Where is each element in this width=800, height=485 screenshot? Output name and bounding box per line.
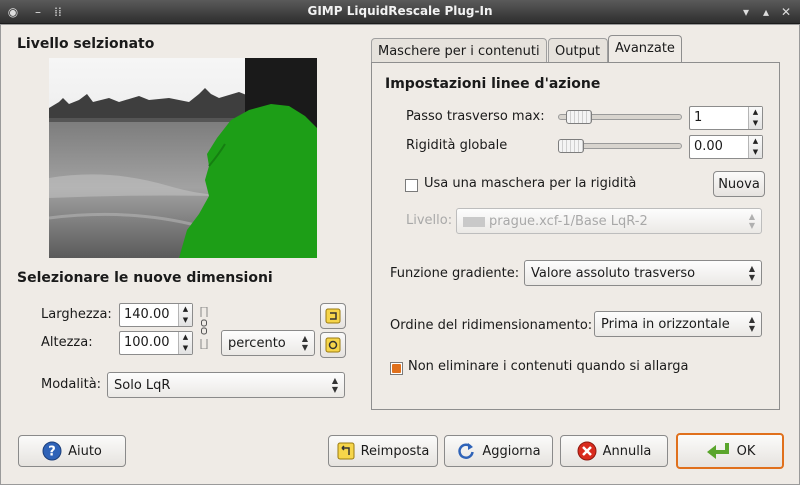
rigidity-label: Rigidità globale [406, 138, 508, 153]
rigidity-value: 0.00 [694, 139, 723, 154]
layer-preview-image [49, 58, 317, 258]
map-size-button[interactable] [320, 332, 346, 358]
width-label: Larghezza: [41, 307, 112, 322]
unit-combo[interactable]: percento ▲ ▼ [221, 330, 315, 356]
unit-value: percento [228, 336, 286, 351]
window-title: GIMP LiquidRescale Plug-In [307, 4, 493, 18]
gradient-value: Valore assoluto trasverso [531, 266, 696, 281]
rigidity-mask-label: Usa una maschera per la rigidità [424, 176, 637, 191]
shade-icon[interactable]: ▾ [738, 4, 754, 20]
help-label: Aiuto [68, 443, 102, 459]
ok-enter-icon [706, 443, 729, 459]
gradient-label: Funzione gradiente: [390, 266, 520, 281]
chain-link-icon[interactable] [198, 307, 210, 349]
combo-arrows-icon: ▲ ▼ [331, 376, 338, 394]
reset-label: Reimposta [360, 443, 430, 459]
height-value: 100.00 [124, 335, 170, 350]
order-label: Ordine del ridimensionamento: [390, 318, 593, 333]
rigidity-spinbox[interactable]: 0.00 ▲ ▼ [689, 135, 763, 159]
reset-icon [337, 442, 355, 460]
layer-thumb-icon [463, 217, 485, 227]
cancel-button[interactable]: Annulla [560, 435, 668, 467]
max-step-spin-arrows[interactable]: ▲ ▼ [748, 107, 762, 129]
ok-button[interactable]: OK [676, 433, 784, 469]
combo-arrows-icon: ▲ ▼ [748, 264, 755, 282]
max-step-label: Passo trasverso max: [406, 109, 545, 124]
cancel-label: Annulla [602, 443, 652, 459]
height-label: Altezza: [41, 335, 93, 350]
set-original-size-button[interactable] [320, 303, 346, 329]
width-spin-arrows[interactable]: ▲ ▼ [178, 304, 192, 326]
help-button[interactable]: ? Aiuto [18, 435, 126, 467]
refresh-button[interactable]: Aggiorna [444, 435, 553, 467]
width-value: 140.00 [124, 307, 170, 322]
reset-button[interactable]: Reimposta [328, 435, 438, 467]
advanced-panel: Impostazioni linee d'azione Passo trasve… [371, 62, 780, 410]
max-step-value: 1 [694, 110, 703, 125]
mode-value: Solo LqR [114, 378, 171, 393]
gradient-combo[interactable]: Valore assoluto trasverso ▲ ▼ [524, 260, 762, 286]
tab-content-masks[interactable]: Maschere per i contenuti [371, 38, 547, 64]
close-icon[interactable]: ✕ [778, 4, 794, 20]
svg-text:?: ? [48, 445, 56, 460]
tab-output[interactable]: Output [548, 38, 608, 64]
tab-advanced[interactable]: Avanzate [608, 35, 682, 64]
dialog-window: Livello selzionato Selezionare le nuove … [0, 24, 800, 485]
rigidity-mask-checkbox[interactable] [405, 179, 418, 192]
mode-label: Modalità: [41, 377, 102, 392]
selected-layer-title: Livello selzionato [17, 36, 155, 52]
reset-size-icon [325, 308, 341, 324]
seams-settings-title: Impostazioni linee d'azione [385, 76, 601, 92]
help-icon: ? [42, 441, 62, 461]
layer-combo[interactable]: prague.xcf-1/Base LqR-2 ▲ ▼ [456, 208, 762, 234]
order-value: Prima in orizzontale [601, 317, 730, 332]
refresh-icon [458, 443, 475, 459]
refresh-label: Aggiorna [482, 443, 541, 459]
no-discard-label: Non eliminare i contenuti quando si alla… [408, 359, 689, 374]
max-step-slider-thumb[interactable] [566, 110, 592, 124]
height-spin-arrows[interactable]: ▲ ▼ [178, 332, 192, 354]
rigidity-slider-thumb[interactable] [558, 139, 584, 153]
order-combo[interactable]: Prima in orizzontale ▲ ▼ [594, 311, 762, 337]
mode-combo[interactable]: Solo LqR ▲ ▼ [107, 372, 345, 398]
combo-arrows-icon: ▲ ▼ [748, 315, 755, 333]
new-mask-button[interactable]: Nuova [713, 171, 765, 197]
rigidity-spin-arrows[interactable]: ▲ ▼ [748, 136, 762, 158]
no-discard-checkbox[interactable] [390, 362, 403, 375]
maximize-icon[interactable]: ▴ [758, 4, 774, 20]
new-size-title: Selezionare le nuove dimensioni [17, 270, 273, 286]
layer-label: Livello: [406, 213, 453, 228]
combo-arrows-icon: ▲ ▼ [748, 212, 755, 230]
refresh-size-icon [325, 337, 341, 353]
layer-value: prague.xcf-1/Base LqR-2 [489, 214, 648, 229]
combo-arrows-icon: ▲ ▼ [301, 334, 308, 352]
height-spinbox[interactable]: 100.00 ▲ ▼ [119, 331, 193, 355]
cancel-icon [577, 441, 597, 461]
ok-label: OK [736, 443, 756, 459]
width-spinbox[interactable]: 140.00 ▲ ▼ [119, 303, 193, 327]
window-titlebar: ◉ – ⁞⁞ GIMP LiquidRescale Plug-In ▾ ▴ ✕ [0, 0, 800, 24]
max-step-spinbox[interactable]: 1 ▲ ▼ [689, 106, 763, 130]
